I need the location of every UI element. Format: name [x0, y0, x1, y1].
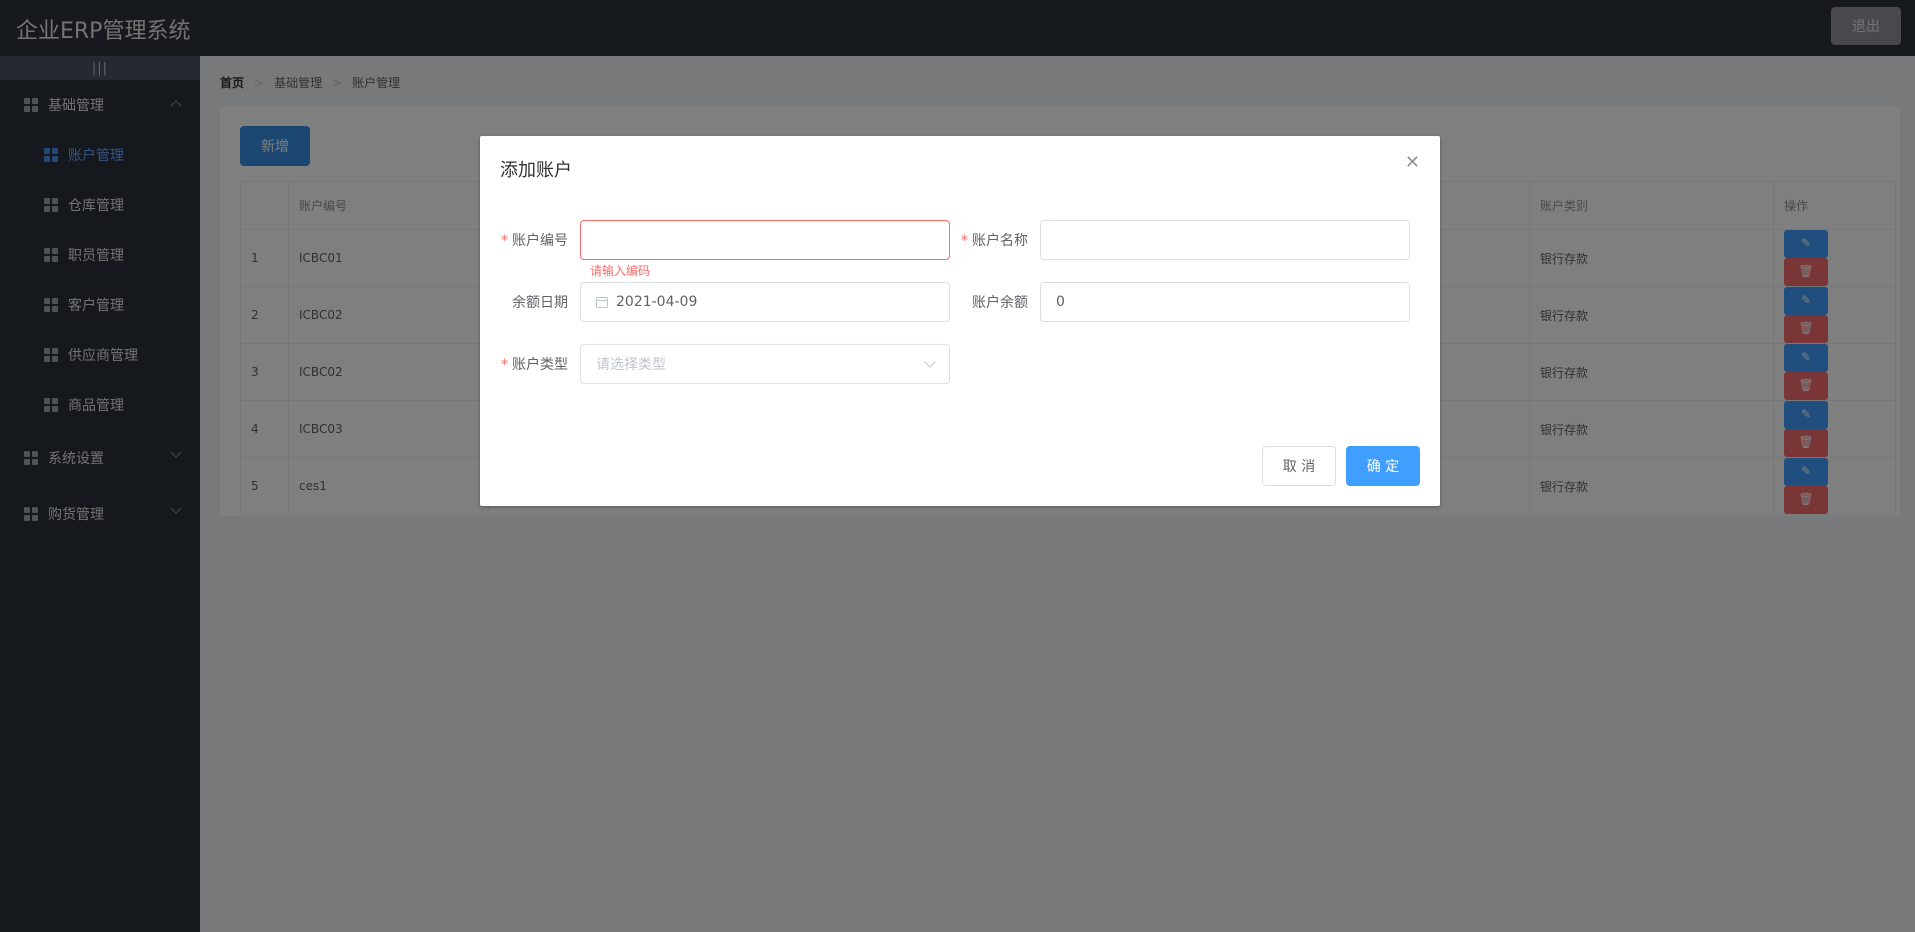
calendar-icon [596, 296, 608, 308]
name-label-text: 账户名称 [972, 233, 1028, 249]
form-row-code: * 账户编号 [500, 220, 950, 260]
cancel-button[interactable]: 取 消 [1262, 446, 1336, 486]
add-account-dialog: 添加账户 ✕ * 账户编号 * 账户名称 请输入编码 余额日期 2021-04-09… [480, 136, 1440, 506]
confirm-button[interactable]: 确 定 [1346, 446, 1420, 486]
balance-input[interactable]: 0 [1040, 282, 1410, 322]
account-code-input[interactable] [580, 220, 950, 260]
form-row-balance: 账户余额 0 [960, 282, 1410, 322]
account-type-select[interactable]: 请选择类型 [580, 344, 950, 384]
required-marker: * [501, 233, 508, 249]
dialog-title: 添加账户 [500, 160, 572, 181]
code-label-text: 账户编号 [512, 233, 568, 249]
form-row-date: 余额日期 2021-04-09 [500, 282, 950, 322]
name-label: * 账户名称 [960, 230, 1040, 250]
form-row-name: * 账户名称 [960, 220, 1410, 260]
code-error-message: 请输入编码 [590, 264, 651, 278]
form-row-type: * 账户类型 请选择类型 [500, 344, 950, 384]
required-marker: * [961, 233, 968, 249]
balance-label: 账户余额 [972, 295, 1028, 311]
type-label-text: 账户类型 [512, 357, 568, 373]
date-label: 余额日期 [512, 295, 568, 311]
account-name-input[interactable] [1040, 220, 1410, 260]
chevron-down-icon [924, 356, 936, 368]
balance-date-value: 2021-04-09 [616, 294, 698, 310]
balance-date-picker[interactable]: 2021-04-09 [580, 282, 950, 322]
required-marker: * [501, 357, 508, 373]
close-icon[interactable]: ✕ [1405, 152, 1420, 173]
code-label: * 账户编号 [500, 230, 580, 250]
type-label: * 账户类型 [500, 354, 580, 374]
type-placeholder: 请选择类型 [596, 357, 666, 373]
